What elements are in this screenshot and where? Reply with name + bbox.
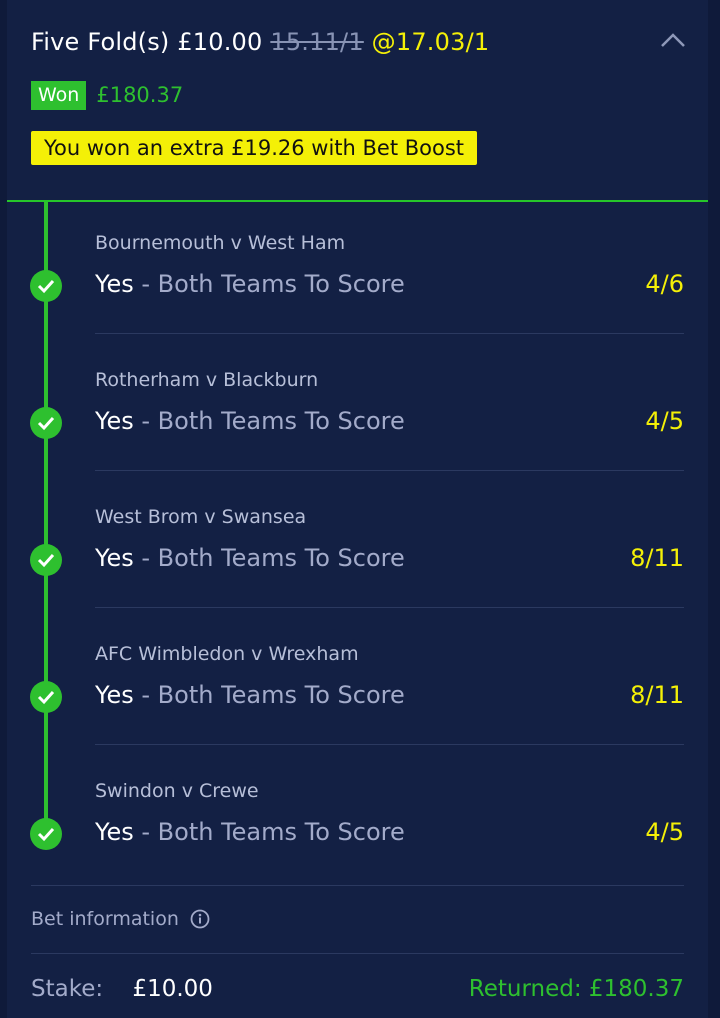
selection-row: Rotherham v Blackburn Yes - Both Teams To…	[7, 337, 708, 474]
divider	[95, 607, 684, 608]
boosted-odds: @17.03/1	[371, 28, 490, 56]
chevron-up-icon[interactable]	[660, 32, 686, 48]
pick-label: Yes	[95, 818, 134, 846]
info-icon[interactable]	[190, 909, 210, 929]
divider	[95, 470, 684, 471]
checkmark-icon	[30, 681, 62, 713]
returned-amount: Returned: £180.37	[468, 976, 684, 1002]
bet-information[interactable]: Bet information	[31, 908, 210, 930]
selection-odds: 8/11	[630, 544, 684, 572]
won-amount: £180.37	[96, 83, 184, 107]
market-label: - Both Teams To Score	[133, 681, 405, 709]
bet-boost-banner: You won an extra £19.26 with Bet Boost	[31, 131, 478, 165]
selection-row: West Brom v Swansea Yes - Both Teams To S…	[7, 474, 708, 611]
selection-pick: Yes - Both Teams To Score	[95, 818, 405, 846]
divider	[95, 744, 684, 745]
event-name: AFC Wimbledon v Wrexham	[95, 643, 359, 665]
event-name: Bournemouth v West Ham	[95, 232, 346, 254]
selection-odds: 4/5	[645, 818, 684, 846]
stake-label: Stake:	[31, 976, 104, 1002]
event-name: Rotherham v Blackburn	[95, 369, 319, 391]
selection-row: AFC Wimbledon v Wrexham Yes - Both Teams …	[7, 611, 708, 748]
pick-label: Yes	[95, 681, 134, 709]
bet-header[interactable]: Five Fold(s) £10.00 15.11/1 @17.03/1 Won…	[7, 0, 708, 202]
event-name: Swindon v Crewe	[95, 780, 259, 802]
bet-type-stake: Five Fold(s) £10.00	[31, 28, 263, 56]
bet-card: Five Fold(s) £10.00 15.11/1 @17.03/1 Won…	[7, 0, 708, 1018]
divider	[95, 333, 684, 334]
won-badge: Won	[31, 80, 87, 110]
bet-information-label: Bet information	[31, 908, 179, 930]
market-label: - Both Teams To Score	[133, 270, 405, 298]
stake-row: Stake: £10.00 Returned: £180.37	[31, 976, 684, 1002]
checkmark-icon	[30, 270, 62, 302]
selection-row: Swindon v Crewe Yes - Both Teams To Score…	[7, 748, 708, 885]
divider	[31, 885, 684, 886]
selection-pick: Yes - Both Teams To Score	[95, 407, 405, 435]
selection-odds: 8/11	[630, 681, 684, 709]
pick-label: Yes	[95, 270, 134, 298]
selection-pick: Yes - Both Teams To Score	[95, 544, 405, 572]
result-row: Won £180.37	[31, 80, 183, 110]
market-label: - Both Teams To Score	[133, 407, 405, 435]
selection-row: Bournemouth v West Ham Yes - Both Teams T…	[7, 200, 708, 337]
event-name: West Brom v Swansea	[95, 506, 307, 528]
pick-label: Yes	[95, 407, 134, 435]
checkmark-icon	[30, 407, 62, 439]
selection-pick: Yes - Both Teams To Score	[95, 681, 405, 709]
checkmark-icon	[30, 818, 62, 850]
selection-odds: 4/6	[645, 270, 684, 298]
old-odds: 15.11/1	[270, 28, 364, 56]
pick-label: Yes	[95, 544, 134, 572]
market-label: - Both Teams To Score	[133, 818, 405, 846]
divider	[31, 953, 684, 954]
selection-pick: Yes - Both Teams To Score	[95, 270, 405, 298]
checkmark-icon	[30, 544, 62, 576]
bet-title: Five Fold(s) £10.00 15.11/1 @17.03/1	[31, 28, 489, 56]
selection-odds: 4/5	[645, 407, 684, 435]
stake-value: £10.00	[132, 976, 213, 1002]
market-label: - Both Teams To Score	[133, 544, 405, 572]
